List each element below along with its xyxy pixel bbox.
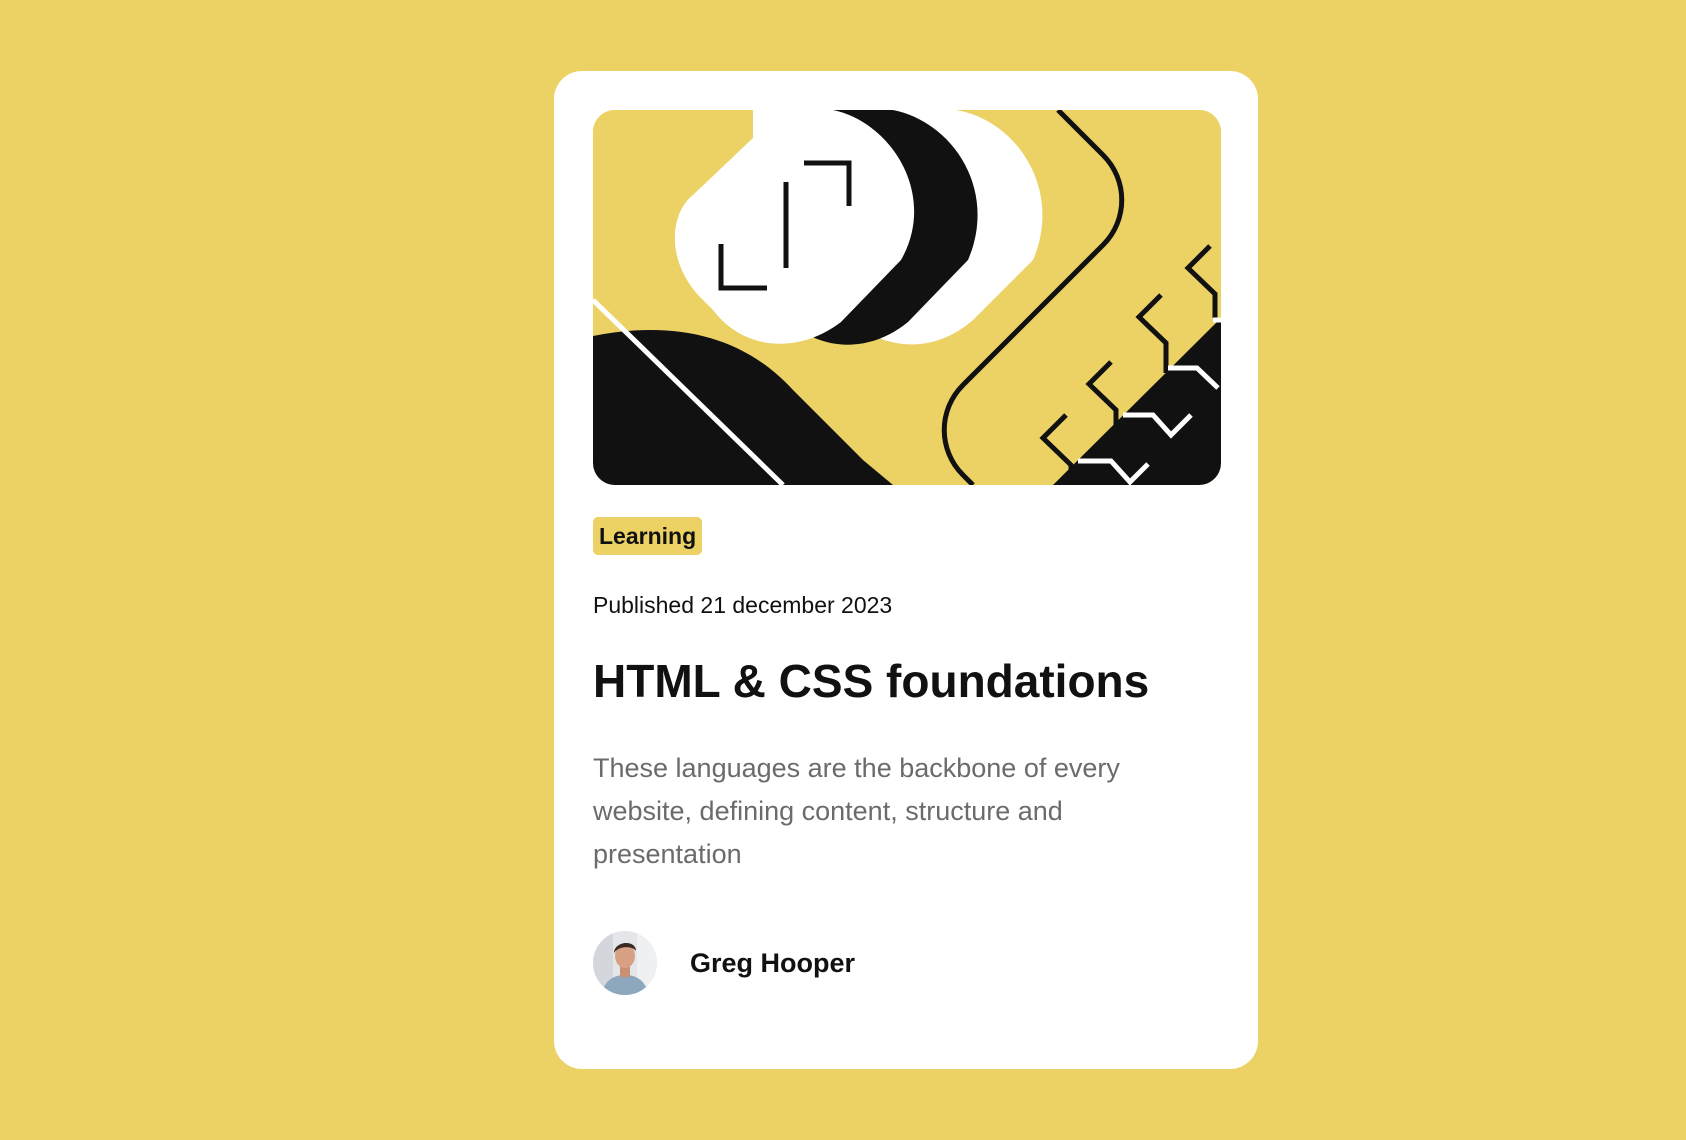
article-title[interactable]: HTML & CSS foundations	[593, 651, 1149, 711]
avatar	[593, 931, 657, 995]
category-tag[interactable]: Learning	[593, 517, 703, 555]
blog-preview-card: Learning Published 21 december 2023 HTML…	[554, 71, 1258, 1069]
author-block: Greg Hooper	[593, 930, 855, 996]
article-excerpt: These languages are the backbone of ever…	[593, 753, 1120, 869]
avatar-photo-icon	[593, 931, 657, 995]
article-illustration	[593, 110, 1221, 485]
publish-date: Published 21 december 2023	[593, 592, 893, 618]
author-name[interactable]: Greg Hooper	[690, 948, 855, 979]
